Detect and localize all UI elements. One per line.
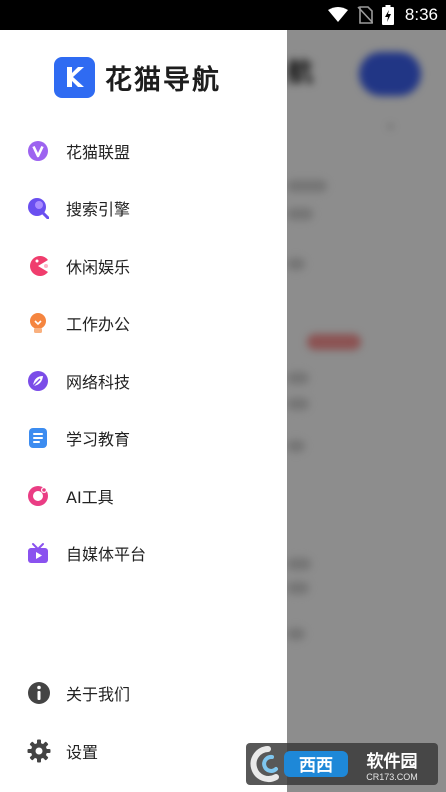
menu-item-ai-tools[interactable]: AI工具 [0,467,287,525]
menu-item-label: 工作办公 [66,315,131,335]
ring-icon [27,485,49,507]
leaf-compass-icon [27,370,49,392]
pacman-game-icon [27,255,49,277]
app-name: 花猫导航 [105,64,221,96]
menu-item-label: AI工具 [66,487,114,507]
menu-item-label: 网络科技 [66,372,131,392]
app-brand: 花猫导航 [54,56,221,98]
menu-item-label: 花猫联盟 [66,142,131,162]
menu-item-search-engines[interactable]: 搜索引擎 [0,180,287,238]
settings-label: 设置 [66,743,99,762]
tv-icon [27,542,49,564]
document-icon [27,427,49,449]
wifi-icon [327,7,348,22]
menu-item-label: 搜索引擎 [66,200,131,220]
about-us-item[interactable]: 关于我们 [0,668,287,718]
drawer-scrim[interactable] [287,30,446,792]
menu-item-label: 休闲娱乐 [66,257,131,277]
menu-item-tech[interactable]: 网络科技 [0,352,287,410]
menu-item-label: 学习教育 [66,430,131,450]
info-icon [27,681,51,705]
search-bubble-icon [27,197,49,220]
drawer-menu: 花猫联盟 搜索引擎 休闲娱乐 工作办公 网络科技 学习教育 AI工具 自媒体平台 [0,122,287,582]
v-badge-icon [27,140,49,162]
menu-item-leisure[interactable]: 休闲娱乐 [0,237,287,295]
no-sim-icon [357,6,373,24]
lightbulb-icon [27,312,49,334]
status-icons: 8:36 [327,0,438,30]
menu-item-education[interactable]: 学习教育 [0,410,287,468]
navigation-drawer: 花猫导航 花猫联盟 搜索引擎 休闲娱乐 工作办公 网络科技 学习教育 AI工具 … [0,30,287,792]
about-us-label: 关于我们 [66,685,131,704]
status-time: 8:36 [404,5,438,24]
battery-charging-icon [381,5,394,25]
app-logo-icon [54,56,95,98]
watermark-domain: CR173.COM [366,772,418,782]
status-bar: 8:36 [0,0,446,30]
gear-icon [27,739,51,763]
menu-item-label: 自媒体平台 [66,545,147,565]
menu-item-office[interactable]: 工作办公 [0,295,287,353]
settings-item[interactable]: 设置 [0,726,287,776]
watermark: 西西 软件园 CR173.COM [246,743,438,785]
menu-item-alliance[interactable]: 花猫联盟 [0,122,287,180]
menu-item-we-media[interactable]: 自媒体平台 [0,525,287,583]
